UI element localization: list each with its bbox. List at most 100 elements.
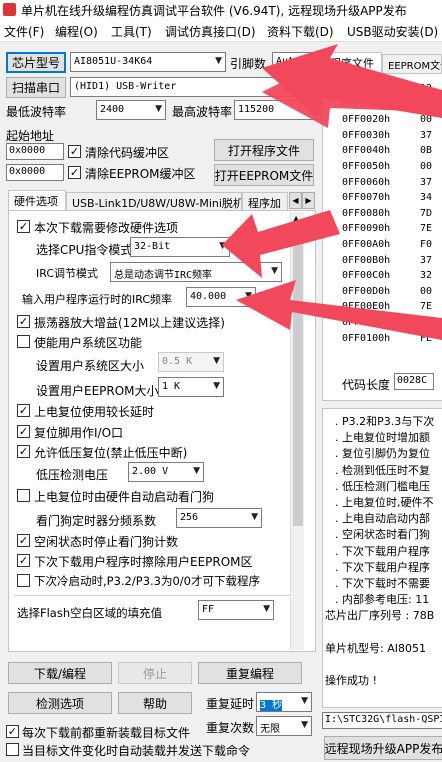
menu-tools[interactable]: 工具(T) [111, 23, 152, 40]
hex-address: 0FF00B0h [342, 254, 391, 266]
start-address-input-1[interactable]: 0x0000 [6, 143, 64, 160]
open-program-file-button[interactable]: 打开程序文件 [214, 139, 314, 161]
hex-row: 0FF00C0h 32 [336, 269, 442, 285]
hex-row: 0FF0030h 37 [336, 129, 442, 145]
menu-debug[interactable]: 调试仿真接口(D) [165, 23, 256, 40]
code-length-label: 代码长度 [342, 378, 391, 392]
power-reset-checkbox[interactable]: ✓ [17, 404, 30, 417]
open-eeprom-file-button[interactable]: 打开EEPROM文件 [214, 164, 314, 186]
chevron-down-icon: ▼ [251, 512, 258, 522]
file-path-field[interactable]: I:\STC32G\flash-QSPI [322, 712, 442, 729]
window-title: 单片机在线升级编程仿真调试平台软件 (V6.94T), 远程现场升级APP发布 [21, 4, 407, 18]
options-scrollbar[interactable]: ▲ [290, 212, 304, 650]
tab-hardware-options[interactable]: 硬件选项 [8, 190, 66, 211]
chip-model-button[interactable]: 芯片型号 [6, 52, 66, 73]
irc-freq-select[interactable]: 40.000 ▼ [186, 287, 256, 307]
menu-usb-driver[interactable]: USB驱动安装(D) [347, 23, 438, 40]
reset-pin-checkbox[interactable]: ✓ [17, 425, 30, 438]
cpu-mode-select[interactable]: 32-Bit ▼ [130, 237, 230, 257]
sys-size-label: 设置用户系统区大小 [36, 359, 145, 373]
tab-scroll-right-icon[interactable]: ▶ [302, 192, 315, 209]
menu-program[interactable]: 编程(O) [55, 23, 98, 40]
auto-send-checkbox[interactable] [6, 743, 19, 756]
tab-scroll-left-icon[interactable]: ◀ [289, 192, 302, 209]
hex-row: 0FF0010h 92 [336, 98, 442, 114]
port-select[interactable]: (HID1) USB-Writer ▼ [70, 77, 316, 97]
hex-address: 0FF0060h [342, 176, 391, 188]
detect-options-button[interactable]: 检测选项 [8, 692, 112, 714]
hex-address: 0FF0020h [342, 114, 391, 126]
scroll-up-icon[interactable]: ▲ [293, 214, 299, 223]
chevron-down-icon: ▼ [219, 241, 226, 251]
tab-program-encrypt[interactable]: 程序加 [242, 192, 288, 211]
download-button[interactable]: 下载/编程 [8, 662, 112, 684]
log-panel[interactable]: . P3.2和P3.3与下次 . 上电复位时增加额 . 复位引脚仍为复位 . 检测到低… [322, 408, 442, 708]
hex-address: 0FF00E0h [342, 301, 391, 313]
osc-gain-checkbox[interactable]: ✓ [17, 315, 30, 328]
hex-address: 0FF00D0h [342, 285, 391, 297]
lvd-select[interactable]: 2.00 V ▼ [128, 462, 204, 482]
pin-count-select[interactable]: Auto ▼ [272, 52, 322, 72]
idle-wdt-checkbox[interactable]: ✓ [17, 534, 30, 547]
stop-button[interactable]: 停止 [118, 662, 192, 684]
modify-hw-checkbox[interactable]: ✓ [17, 220, 30, 233]
lvr-checkbox[interactable]: ✓ [17, 445, 30, 458]
irc-mode-select[interactable]: 总是动态调节IRC频率 ▼ [110, 262, 282, 282]
help-button[interactable]: 帮助 [118, 692, 192, 714]
tab-usb-link[interactable]: USB-Link1D/U8W/U8W-Mini脱机 [66, 192, 242, 211]
pin-count-value: Auto [276, 56, 301, 67]
osc-gain-label: 振荡器放大增益(12M以上建议选择) [34, 316, 225, 330]
repeat-delay-select[interactable]: 3 秒 ▼ [256, 692, 312, 712]
hex-row: 0FF0080h 7D [336, 207, 442, 223]
hex-value: 37 [420, 176, 433, 188]
eeprom-size-label: 设置用户EEPROM大小 [36, 384, 159, 398]
log-line: . 上电复位时,硬件不 [335, 496, 434, 509]
hex-address: 0FF0010h [342, 98, 391, 110]
scrollbar-thumb[interactable] [293, 226, 303, 526]
hex-row: 0FF0090h 7E [336, 222, 442, 238]
start-address-input-2[interactable]: 0x0000 [6, 164, 64, 181]
chip-model-select[interactable]: AI8051U-34K64 ▼ [70, 52, 226, 72]
reprogram-button[interactable]: 重复编程 [198, 662, 302, 684]
repeat-count-select[interactable]: 无限 ▼ [256, 716, 312, 736]
tab-eeprom-file[interactable]: EEPROM文件 [382, 54, 442, 73]
eeprom-size-select[interactable]: 1 K ▼ [158, 377, 224, 397]
reload-label: 每次下载前都重新装载目标文件 [22, 726, 191, 740]
clear-eeprom-checkbox[interactable]: ✓ [68, 166, 81, 179]
hex-address: 0FF00F0h [342, 317, 391, 328]
sys-size-select[interactable]: 0.5 K ▼ [158, 352, 224, 372]
tab-program-file[interactable]: 程序文件 [324, 52, 382, 73]
hex-view[interactable]: 0FF0000h 12 0FF0010h 92 0FF0020h 00 0FF0030h 37… [336, 82, 442, 372]
scan-port-button[interactable]: 扫描串口 [6, 77, 66, 98]
auto-send-label: 当目标文件变化时自动装载并发送下载命令 [22, 744, 251, 758]
chevron-down-icon: ▼ [213, 356, 220, 366]
chevron-down-icon: ▼ [271, 266, 278, 276]
min-baud-select[interactable]: 2400 ▼ [96, 100, 166, 120]
wdt-div-value: 256 [180, 512, 199, 523]
menu-file[interactable]: 文件(F) [4, 23, 44, 40]
log-line: . 下次下载时不需要 [335, 577, 430, 590]
wdt-auto-checkbox[interactable] [17, 489, 30, 502]
eeprom-size-value: 1 K [162, 381, 181, 392]
erase-eeprom-checkbox[interactable]: ✓ [17, 554, 30, 567]
fill-value: FF [202, 604, 215, 615]
menu-download[interactable]: 资料下载(D) [267, 23, 334, 40]
p32-checkbox[interactable] [17, 574, 30, 587]
menu-bar: 文件(F) 编程(O) 工具(T) 调试仿真接口(D) 资料下载(D) USB驱… [0, 20, 442, 42]
idle-wdt-label: 空闲状态时停止看门狗计数 [34, 535, 179, 549]
reload-checkbox[interactable]: ✓ [6, 725, 19, 738]
wdt-div-select[interactable]: 256 ▼ [176, 508, 262, 528]
hex-address: 0FF0070h [342, 192, 391, 204]
hex-value: 32 [420, 270, 433, 282]
hex-row: 0FF00A0h F0 [336, 238, 442, 254]
sys-area-checkbox[interactable] [17, 335, 30, 348]
fill-value-select[interactable]: FF ▼ [198, 600, 274, 620]
irc-freq-value: 40.000 [190, 291, 227, 302]
hex-row: 0FF0000h 12 [336, 82, 442, 98]
clear-code-checkbox[interactable]: ✓ [68, 145, 81, 158]
hex-row: 0FF00D0h 00 [336, 285, 442, 301]
max-baud-select[interactable]: 115200 ▼ [234, 100, 322, 120]
max-baud-label: 最高波特率 [172, 105, 233, 119]
publish-app-button[interactable]: 远程现场升级APP发布 [324, 736, 442, 760]
hex-value: 37 [420, 129, 433, 141]
